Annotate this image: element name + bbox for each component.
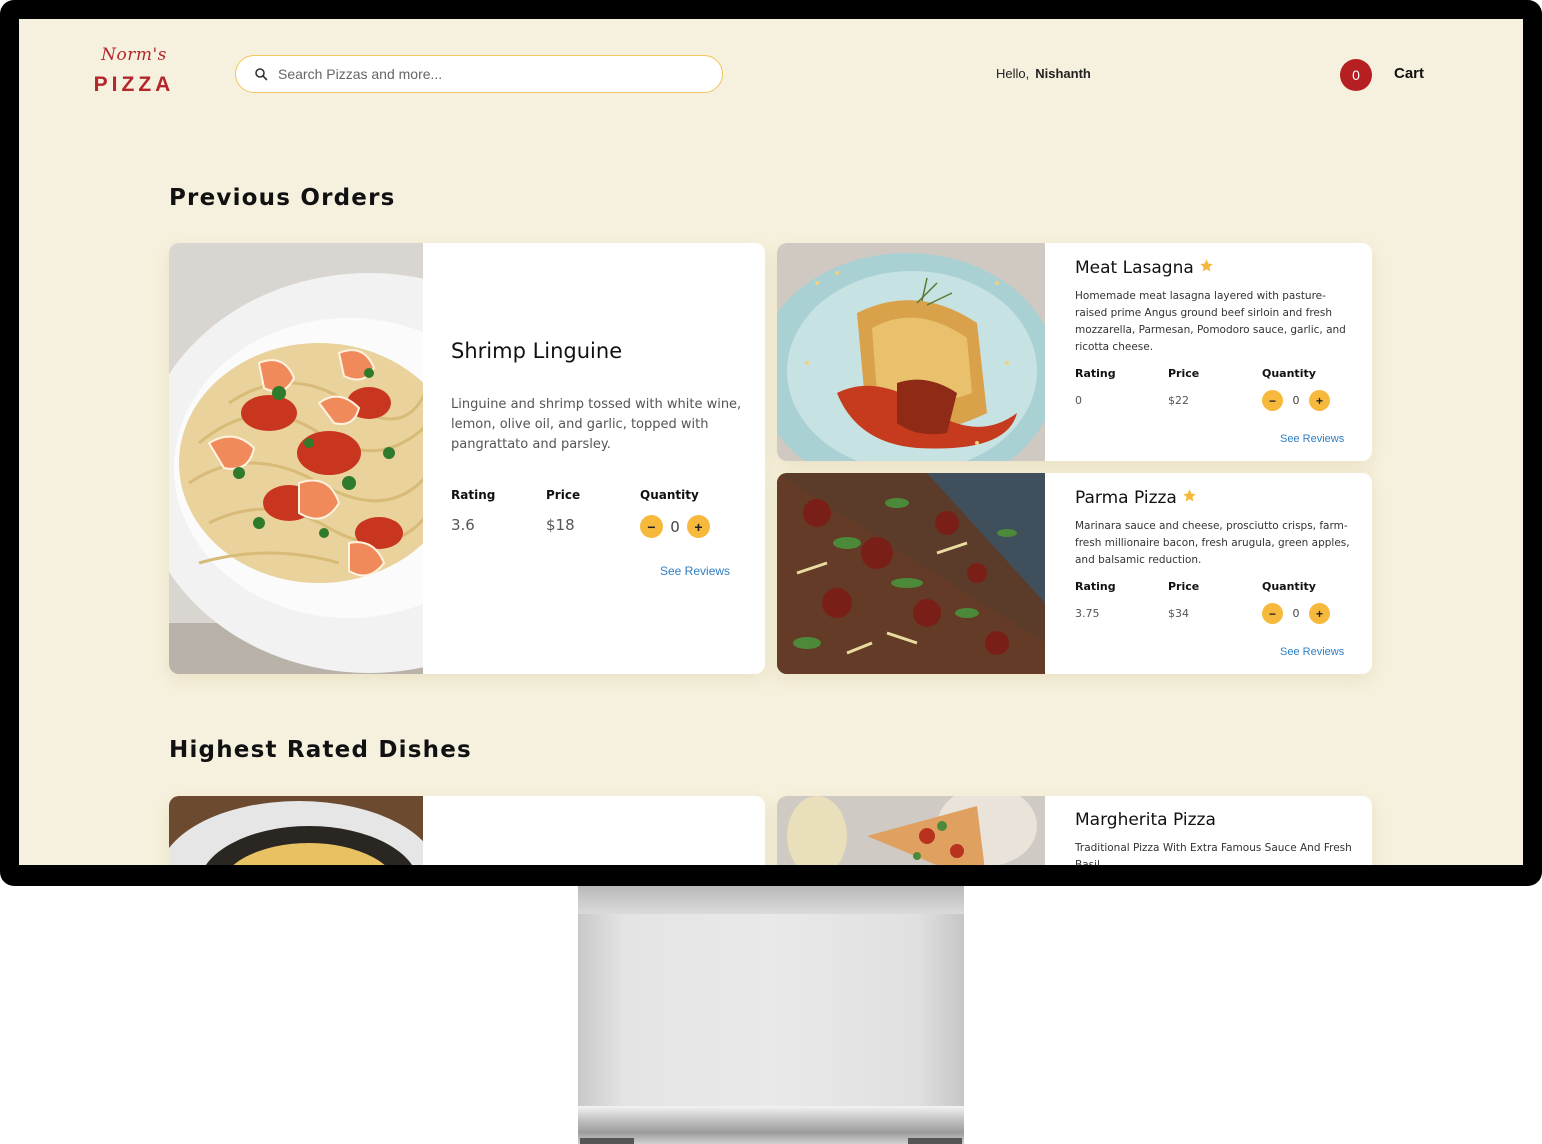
dish-image bbox=[169, 796, 423, 865]
dish-card-highest-rated-left[interactable] bbox=[169, 796, 765, 865]
logo-script-text: Norm's bbox=[101, 45, 167, 65]
search-bar[interactable] bbox=[235, 55, 723, 93]
rating-label: Rating bbox=[1075, 580, 1116, 593]
dish-description: Marinara sauce and cheese, prosciutto cr… bbox=[1075, 520, 1350, 566]
search-icon bbox=[255, 68, 268, 81]
logo-main-text: PIZZA bbox=[93, 73, 175, 96]
quantity-label: Quantity bbox=[640, 488, 699, 502]
search-input[interactable] bbox=[278, 66, 678, 82]
star-icon bbox=[1183, 489, 1196, 502]
rating-value: 3.6 bbox=[451, 516, 475, 534]
price-label: Price bbox=[1168, 580, 1200, 593]
dish-description: Linguine and shrimp tossed with white wi… bbox=[451, 397, 742, 452]
price-value: $22 bbox=[1168, 394, 1189, 407]
dish-title: Shrimp Linguine bbox=[451, 339, 623, 363]
price-label: Price bbox=[546, 488, 581, 502]
dish-title-row: Meat Lasagna bbox=[1075, 258, 1214, 278]
dish-title: Parma Pizza bbox=[1075, 488, 1177, 508]
rating-label: Rating bbox=[451, 488, 496, 502]
dish-title: Margherita Pizza bbox=[1075, 810, 1216, 830]
decrease-quantity-button[interactable]: − bbox=[1262, 603, 1283, 624]
quantity-stepper: − 0 + bbox=[1262, 390, 1330, 411]
cart-count-badge[interactable]: 0 bbox=[1340, 59, 1372, 91]
quantity-value: 0 bbox=[1292, 394, 1300, 407]
quantity-value: 0 bbox=[1292, 607, 1300, 620]
dish-image bbox=[777, 243, 1045, 461]
increase-quantity-button[interactable]: + bbox=[1309, 390, 1330, 411]
decrease-quantity-button[interactable]: − bbox=[640, 515, 663, 538]
see-reviews-link[interactable]: See Reviews bbox=[660, 564, 730, 578]
price-label: Price bbox=[1168, 367, 1200, 380]
price-value: $18 bbox=[546, 516, 575, 534]
cart-link[interactable]: Cart bbox=[1394, 65, 1424, 82]
increase-quantity-button[interactable]: + bbox=[687, 515, 710, 538]
rating-value: 3.75 bbox=[1075, 607, 1100, 620]
highest-rated-title: Highest Rated Dishes bbox=[169, 737, 472, 763]
increase-quantity-button[interactable]: + bbox=[1309, 603, 1330, 624]
quantity-label: Quantity bbox=[1262, 580, 1316, 593]
dish-image bbox=[777, 473, 1045, 674]
dish-card-shrimp-linguine[interactable]: Shrimp Linguine Linguine and shrimp toss… bbox=[169, 243, 765, 674]
dish-image bbox=[777, 796, 1045, 865]
dish-card-margherita-pizza[interactable]: Margherita Pizza Traditional Pizza With … bbox=[777, 796, 1372, 865]
app-screen: Norm's PIZZA Hello, Nishanth 0 Cart Previ… bbox=[19, 19, 1523, 865]
dish-description: Homemade meat lasagna layered with pastu… bbox=[1075, 290, 1346, 353]
dish-title: Meat Lasagna bbox=[1075, 258, 1194, 278]
monitor-stand-neck bbox=[578, 886, 964, 1108]
user-name[interactable]: Nishanth bbox=[1035, 66, 1091, 81]
decrease-quantity-button[interactable]: − bbox=[1262, 390, 1283, 411]
quantity-stepper: − 0 + bbox=[640, 515, 710, 538]
previous-orders-title: Previous Orders bbox=[169, 185, 396, 211]
rating-label: Rating bbox=[1075, 367, 1116, 380]
monitor-frame: Norm's PIZZA Hello, Nishanth 0 Cart Previ… bbox=[0, 0, 1542, 886]
dish-description: Traditional Pizza With Extra Famous Sauc… bbox=[1075, 842, 1352, 865]
brand-logo[interactable]: Norm's PIZZA bbox=[89, 45, 179, 97]
rating-value: 0 bbox=[1075, 394, 1082, 407]
dish-image bbox=[169, 243, 423, 674]
monitor-stand-base bbox=[578, 1106, 964, 1144]
dish-card-meat-lasagna[interactable]: Meat Lasagna Homemade meat lasagna layer… bbox=[777, 243, 1372, 461]
quantity-value: 0 bbox=[670, 517, 680, 536]
dish-title-row: Parma Pizza bbox=[1075, 488, 1197, 508]
see-reviews-link[interactable]: See Reviews bbox=[1280, 646, 1344, 658]
quantity-label: Quantity bbox=[1262, 367, 1316, 380]
dish-card-parma-pizza[interactable]: Parma Pizza Marinara sauce and cheese, p… bbox=[777, 473, 1372, 674]
see-reviews-link[interactable]: See Reviews bbox=[1280, 433, 1344, 445]
greeting-text: Hello, bbox=[996, 66, 1030, 81]
price-value: $34 bbox=[1168, 607, 1189, 620]
monitor-foot-right bbox=[908, 1138, 962, 1144]
quantity-stepper: − 0 + bbox=[1262, 603, 1330, 624]
user-greeting: Hello, Nishanth bbox=[996, 66, 1091, 81]
star-icon bbox=[1200, 259, 1213, 272]
monitor-foot-left bbox=[580, 1138, 634, 1144]
